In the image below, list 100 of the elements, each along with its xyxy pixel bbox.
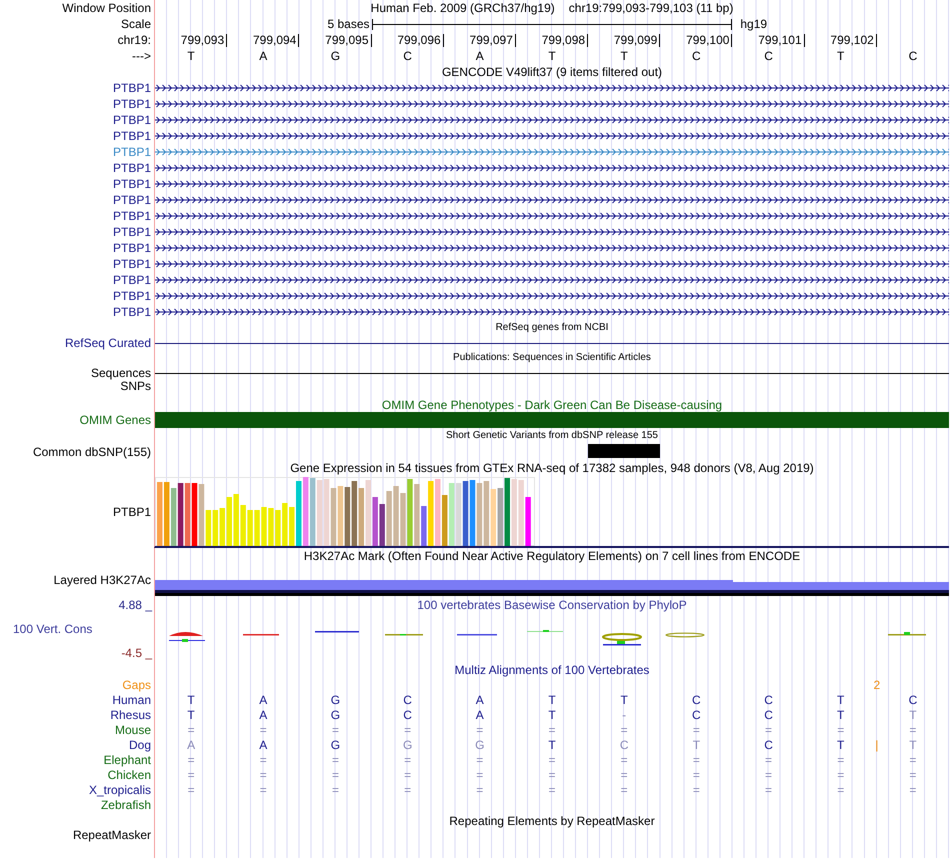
aligned-base: =: [909, 753, 916, 768]
aligned-base: =: [765, 768, 772, 783]
coordinate-label: 799,097: [470, 34, 516, 46]
base-letter: C: [764, 50, 773, 62]
aligned-base: =: [692, 783, 700, 798]
aligned-base: =: [909, 723, 916, 738]
aligned-base: T: [909, 738, 917, 753]
aligned-base: =: [837, 783, 844, 798]
gene-label[interactable]: PTBP1: [112, 226, 151, 238]
coordinate-label: 799,100: [686, 34, 732, 46]
aligned-base: =: [260, 783, 267, 798]
aligned-base: C: [620, 738, 628, 753]
gene-label[interactable]: PTBP1: [112, 98, 151, 110]
aligned-base: =: [837, 723, 844, 738]
aligned-base: =: [909, 768, 916, 783]
aligned-base: A: [187, 738, 196, 753]
gene-label[interactable]: PTBP1: [112, 290, 151, 302]
gene-label[interactable]: PTBP1: [112, 242, 151, 254]
aligned-base: C: [692, 693, 701, 708]
scale-text: 5 bases: [327, 18, 370, 30]
gene-label[interactable]: PTBP1: [112, 114, 151, 126]
track-title: Repeating Elements by RepeatMasker: [449, 814, 655, 828]
base-letter: T: [187, 50, 195, 62]
aligned-base: C: [764, 708, 773, 723]
base-letter: T: [837, 50, 844, 62]
aligned-base: =: [692, 768, 700, 783]
track-title: OMIM Gene Phenotypes - Dark Green Can Be Disease-causing: [382, 398, 722, 412]
track-title: Short Genetic Variants from dbSNP release 155: [446, 430, 658, 442]
gene-label[interactable]: PTBP1: [112, 178, 151, 190]
aligned-base: C: [908, 693, 918, 708]
track-label: Common dbSNP(155): [32, 446, 151, 458]
aligned-base: =: [188, 768, 195, 783]
track-label[interactable]: RefSeq Curated: [64, 336, 151, 350]
aligned-base: T: [548, 693, 556, 708]
gene-label[interactable]: PTBP1: [112, 146, 151, 158]
aligned-base: G: [330, 708, 340, 723]
aligned-base: C: [403, 708, 412, 723]
coordinate-label: 799,094: [252, 34, 300, 46]
gene-label[interactable]: PTBP1: [112, 82, 151, 94]
aligned-base: =: [332, 783, 339, 798]
aligned-base: =: [837, 753, 844, 768]
aligned-base: =: [548, 753, 556, 768]
aligned-base: =: [692, 753, 700, 768]
aligned-base: C: [692, 708, 701, 723]
aligned-base: =: [476, 723, 484, 738]
gene-label[interactable]: PTBP1: [112, 274, 151, 286]
aligned-base: =: [476, 768, 484, 783]
aligned-base: A: [259, 708, 268, 723]
aligned-base: =: [404, 723, 412, 738]
gene-label[interactable]: PTBP1: [112, 194, 151, 206]
aligned-base: T: [548, 738, 556, 753]
aligned-base: G: [475, 738, 484, 753]
aligned-base: G: [402, 738, 412, 753]
gap-count: 2: [873, 678, 880, 693]
strand-label: --->: [132, 50, 151, 62]
aligned-base: =: [260, 723, 267, 738]
gene-label[interactable]: PTBP1: [112, 306, 151, 318]
aligned-base: =: [909, 783, 916, 798]
aligned-base: =: [548, 783, 556, 798]
track-title: H3K27Ac Mark (Often Found Near Active Regulatory Elements) on 7 cell lines from ENCODE: [304, 550, 800, 562]
gene-label[interactable]: PTBP1: [112, 210, 151, 222]
aligned-base: C: [764, 738, 773, 753]
aligned-base: A: [476, 693, 484, 708]
aligned-base: T: [837, 738, 844, 753]
base-letter: C: [908, 50, 918, 62]
gene-label[interactable]: PTBP1: [112, 162, 151, 174]
aligned-base: =: [188, 753, 195, 768]
gene-label[interactable]: PTBP1: [112, 130, 151, 142]
track-label: Scale: [120, 18, 151, 30]
species-label: Elephant: [104, 754, 151, 767]
aligned-base: A: [476, 708, 484, 723]
scale-assembly: hg19: [740, 17, 768, 31]
aligned-base: =: [332, 753, 339, 768]
track-label: SNPs: [120, 380, 151, 393]
track-title: Multiz Alignments of 100 Vertebrates: [454, 664, 650, 676]
aligned-base: =: [476, 783, 484, 798]
coordinate-label: 799,096: [397, 34, 444, 46]
track-title: Gene Expression in 54 tissues from GTEx RNA-seq of 17382 samples, 948 donors (V8, Aug 2019): [290, 462, 814, 474]
track-title: GENCODE V49lift37 (9 items filtered out): [442, 66, 662, 78]
track-label: RepeatMasker: [72, 829, 151, 842]
aligned-base: =: [260, 768, 267, 783]
coordinate-label: 799,095: [325, 34, 372, 46]
gap-mark: |: [875, 738, 878, 753]
aligned-base: C: [403, 693, 412, 708]
aligned-base: T: [187, 693, 195, 708]
axis-max-label: 4.88 _: [118, 599, 154, 612]
aligned-base: =: [332, 768, 339, 783]
aligned-base: T: [692, 738, 700, 753]
track-label: Window Position: [62, 2, 151, 14]
track-label: Sequences: [90, 366, 151, 380]
aligned-base: =: [404, 783, 412, 798]
species-label: Mouse: [114, 724, 151, 737]
aligned-base: G: [330, 738, 340, 753]
track-label: Gaps: [122, 679, 151, 692]
aligned-base: C: [764, 693, 773, 708]
aligned-base: =: [548, 723, 556, 738]
gene-label[interactable]: PTBP1: [112, 258, 151, 270]
track-label[interactable]: OMIM Genes: [80, 414, 151, 426]
base-letter: C: [692, 50, 701, 62]
species-label: X_tropicalis: [88, 784, 151, 797]
